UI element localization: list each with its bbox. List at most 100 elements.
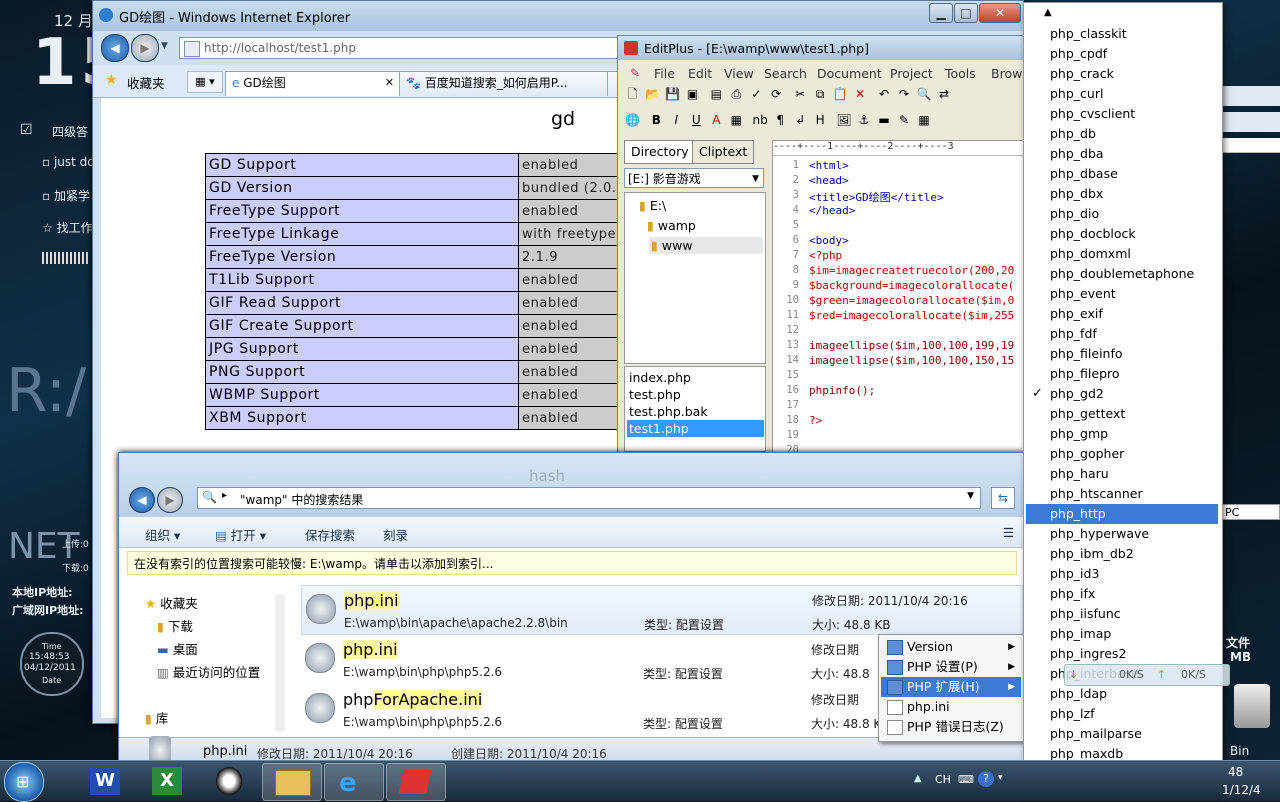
ie-taskbar-button[interactable]: e [324, 763, 384, 801]
extension-item[interactable]: php_id3 [1026, 564, 1218, 584]
breadcrumb-search-results[interactable]: "wamp" 中的搜索结果 [240, 491, 363, 508]
maximize-button[interactable]: □ [954, 3, 978, 23]
extension-item[interactable]: php_dio [1026, 204, 1218, 224]
menu-project[interactable]: Project [890, 66, 933, 81]
tab-close-icon[interactable]: ✕ [385, 72, 394, 94]
replace-icon[interactable]: ⇄ [935, 86, 952, 103]
history-dropdown-icon[interactable]: ▼ [161, 41, 168, 51]
paste-icon[interactable]: 📋 [832, 86, 849, 103]
explorer-forward-button[interactable]: ▶ [157, 487, 183, 513]
tray-arrow-icon[interactable]: ▾ [998, 773, 1003, 783]
tree-item-drive[interactable]: ▮ E:\ [637, 197, 774, 214]
submenu-item[interactable]: PHP 错误日志(Z) [881, 717, 1021, 737]
extension-item[interactable]: php_dba [1026, 144, 1218, 164]
extension-item[interactable]: php_crack [1026, 64, 1218, 84]
table-icon[interactable]: ▦ [915, 112, 932, 129]
extension-item[interactable]: php_http [1026, 504, 1218, 524]
submenu-item[interactable]: php.ini [881, 697, 1021, 717]
save-all-icon[interactable]: ▣ [684, 86, 701, 103]
open-icon[interactable]: 📂 [644, 86, 661, 103]
extension-item[interactable]: php_hyperwave [1026, 524, 1218, 544]
undo-icon[interactable]: ↶ [875, 86, 892, 103]
submenu-item[interactable]: PHP 设置(P) ▶ [881, 657, 1021, 677]
save-icon[interactable]: 💾 [664, 86, 681, 103]
nav-libraries[interactable]: ▮ 库 [145, 708, 168, 727]
extension-item[interactable]: php_iisfunc [1026, 604, 1218, 624]
extension-item[interactable]: php_docblock [1026, 224, 1218, 244]
back-button[interactable]: ◀ [101, 34, 129, 62]
index-info-bar[interactable]: 在没有索引的位置搜索可能较慢: E:\wamp。请单击以添加到索引... [127, 551, 1017, 575]
tree-item-www[interactable]: ▮ www [649, 237, 763, 254]
paragraph-icon[interactable]: ¶ [772, 112, 789, 129]
spellcheck-icon[interactable]: ✓ [748, 86, 765, 103]
editplus-taskbar-button[interactable] [386, 763, 446, 801]
tab-cliptext[interactable]: Cliptext [692, 140, 755, 164]
nav-favorites[interactable]: ★ 收藏夹 [145, 593, 198, 612]
tray-clock-date[interactable]: 1/12/4 [1222, 783, 1261, 797]
drive-select[interactable]: [E:] 影音游戏 ▼ [624, 168, 764, 188]
extension-item[interactable]: php_db [1026, 124, 1218, 144]
qq-taskbar-button[interactable] [202, 763, 258, 799]
extension-item[interactable]: php_curl [1026, 84, 1218, 104]
cut-icon[interactable]: ✂ [792, 86, 809, 103]
submenu-item[interactable]: Version ▶ [881, 637, 1021, 657]
keyboard-icon[interactable]: ⌨ [958, 773, 974, 786]
explorer-taskbar-button[interactable] [262, 763, 322, 801]
extension-item[interactable]: php_gopher [1026, 444, 1218, 464]
ie-titlebar[interactable]: GD绘图 - Windows Internet Explorer ▁ □ ✕ [93, 1, 1023, 31]
menu-document[interactable]: Document [817, 66, 882, 81]
favorites-star-icon[interactable]: ★ [105, 72, 118, 88]
code-editor[interactable]: ----+----1----+----2----+----3 1 <html> 2 <… [772, 140, 1030, 458]
extension-item[interactable]: php_dbx [1026, 184, 1218, 204]
help-icon[interactable]: ? [978, 771, 994, 787]
find-icon[interactable]: 🔍 [915, 86, 932, 103]
extension-item[interactable]: php_cvsclient [1026, 104, 1218, 124]
print-preview-icon[interactable]: ▤ [708, 86, 725, 103]
font-color-icon[interactable]: A [708, 112, 725, 129]
extension-item[interactable]: php_htscanner [1026, 484, 1218, 504]
bold-icon[interactable]: B [648, 112, 665, 129]
color-grid-icon[interactable]: ▦ [728, 112, 745, 129]
explorer-address-bar[interactable]: 🔍 ▸ "wamp" 中的搜索结果 ▼ [197, 487, 981, 509]
tab-grid-icon[interactable]: ▦ ▾ [187, 71, 223, 93]
extension-item[interactable]: php_ifx [1026, 584, 1218, 604]
extension-item[interactable]: php_gettext [1026, 404, 1218, 424]
heading-icon[interactable]: H [812, 112, 829, 129]
open-button[interactable]: ▤ 打开 ▾ [215, 525, 266, 544]
extension-item[interactable]: php_ingres2 [1026, 644, 1218, 664]
language-indicator[interactable]: CH [935, 773, 951, 786]
extension-item[interactable]: php_imap [1026, 624, 1218, 644]
extension-item[interactable]: php_lzf [1026, 704, 1218, 724]
extension-item[interactable]: php_haru [1026, 464, 1218, 484]
extension-item[interactable]: php_filepro [1026, 364, 1218, 384]
organize-button[interactable]: 组织 ▾ [145, 525, 180, 544]
image-icon[interactable]: 🖼 [835, 112, 852, 129]
extension-item[interactable]: php_ldap [1026, 684, 1218, 704]
burn-button[interactable]: 刻录 [383, 525, 408, 544]
redo-icon[interactable]: ↷ [895, 86, 912, 103]
scroll-up-arrow-icon[interactable]: ▲ [1044, 7, 1052, 18]
file-item[interactable]: index.php [627, 369, 764, 386]
extension-item[interactable]: php_classkit [1026, 24, 1218, 44]
refresh-icon[interactable]: ⇆ [991, 487, 1015, 509]
tray-clock-time[interactable]: 48 [1228, 765, 1243, 779]
forward-button[interactable]: ▶ [131, 34, 159, 62]
recycle-bin-icon[interactable] [1234, 684, 1270, 728]
nav-recent[interactable]: ▥ 最近访问的位置 [157, 662, 260, 681]
save-search-button[interactable]: 保存搜索 [305, 525, 355, 544]
line-break-icon[interactable]: ↲ [792, 112, 809, 129]
file-item[interactable]: test.php [627, 386, 764, 403]
file-item[interactable]: test.php.bak [627, 403, 764, 420]
anchor-icon[interactable]: ⚓ [855, 112, 872, 129]
extension-item[interactable]: php_ibm_db2 [1026, 544, 1218, 564]
nav-downloads[interactable]: ▮ 下载 [157, 616, 193, 635]
menu-file[interactable]: File [654, 66, 675, 81]
extension-item[interactable]: php_event [1026, 284, 1218, 304]
result-item-1[interactable]: php.ini E:\wamp\bin\apache\apache2.2.8\b… [301, 585, 1023, 635]
favorites-label[interactable]: 收藏夹 [127, 73, 165, 92]
editplus-titlebar[interactable]: EditPlus - [E:\wamp\www\test1.php] [618, 36, 1028, 60]
excel-taskbar-button[interactable]: X [140, 763, 196, 799]
hr-icon[interactable]: ▬ [875, 112, 892, 129]
submenu-item[interactable]: PHP 扩展(H) ▶ [881, 677, 1021, 697]
word-taskbar-button[interactable]: W [78, 763, 134, 799]
